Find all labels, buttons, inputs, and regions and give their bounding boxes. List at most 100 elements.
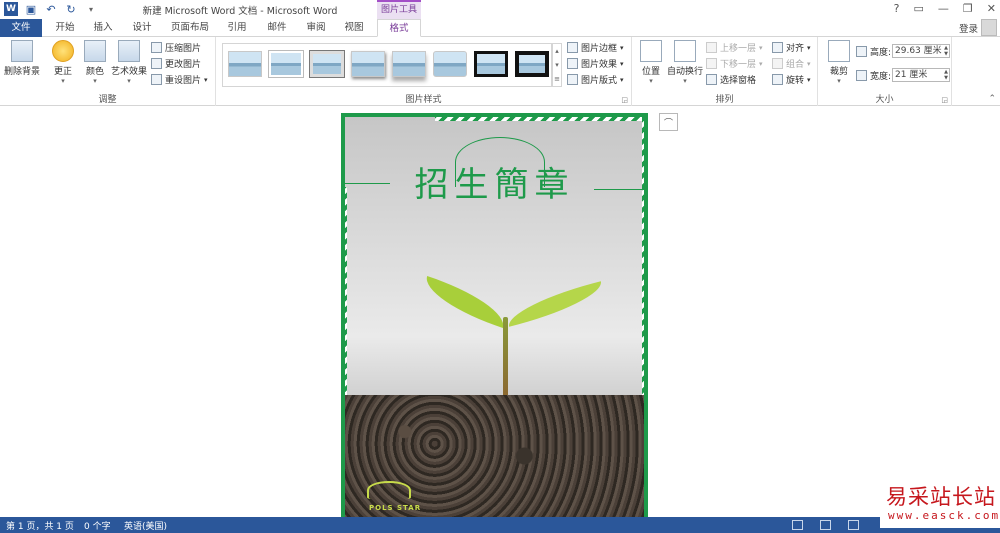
width-field[interactable]: 21 厘米 ▲ ▼: [892, 68, 950, 82]
compress-label: 压缩图片: [165, 44, 202, 54]
crop-button[interactable]: 裁剪 ▾: [824, 40, 854, 85]
tab-references[interactable]: 引用: [222, 19, 252, 37]
tab-format[interactable]: 格式: [377, 19, 421, 37]
tab-home[interactable]: 开始: [50, 19, 80, 37]
ribbon-display-options-icon[interactable]: ▭: [914, 2, 924, 15]
picture-effects-button[interactable]: 图片效果 ▾: [567, 57, 624, 70]
remove-background-label: 删除背景: [4, 67, 41, 77]
tab-insert[interactable]: 插入: [88, 19, 118, 37]
height-value: 29.63 厘米: [895, 46, 942, 56]
chevron-down-icon: ▾: [61, 77, 65, 85]
tab-mailings[interactable]: 邮件: [262, 19, 292, 37]
tab-view[interactable]: 视图: [339, 19, 369, 37]
collapse-ribbon-icon[interactable]: ⌃: [988, 94, 996, 104]
change-picture-icon: [151, 58, 162, 69]
group-adjust: 删除背景 更正 ▾ 颜色 ▾ 艺术效果 ▾ 压缩图片 更改图片 重设图片 ▾ 调整: [0, 37, 216, 106]
title-bar: W ▣ ↶ ↻ ▾ 新建 Microsoft Word 文档 - Microso…: [0, 0, 1000, 19]
style-gallery-item[interactable]: [228, 51, 262, 77]
chevron-down-icon: ▾: [807, 75, 811, 84]
width-value: 21 厘米: [895, 70, 928, 80]
tree-logo-icon: [367, 481, 411, 499]
align-icon: [772, 42, 783, 53]
change-picture-button[interactable]: 更改图片: [151, 57, 201, 70]
compress-pictures-button[interactable]: 压缩图片: [151, 41, 201, 54]
style-gallery-item[interactable]: [309, 50, 345, 78]
picture-tools-context-label: 图片工具: [377, 0, 421, 19]
login-link[interactable]: 登录: [959, 21, 978, 35]
picture-layout-button[interactable]: 图片版式 ▾: [567, 73, 624, 86]
restore-button[interactable]: ❐: [963, 2, 973, 15]
picture-border-label: 图片边框: [581, 44, 618, 54]
gallery-more-icon[interactable]: ≡: [554, 75, 560, 83]
chevron-down-icon: ▾: [683, 77, 687, 85]
group-label-arrange: 排列: [715, 95, 734, 105]
read-mode-icon[interactable]: [792, 520, 803, 530]
height-field[interactable]: 29.63 厘米 ▲ ▼: [892, 44, 950, 58]
page-count[interactable]: 第 1 页，共 1 页: [6, 519, 74, 532]
corrections-label: 更正: [53, 67, 72, 77]
tab-design[interactable]: 设计: [127, 19, 157, 37]
height-spinner-icon[interactable]: ▲ ▼: [944, 45, 948, 57]
tab-file[interactable]: 文件: [0, 19, 42, 37]
style-gallery-item[interactable]: [474, 51, 508, 77]
corrections-icon: [52, 40, 74, 62]
dialog-launcher-icon[interactable]: ◲: [621, 96, 628, 104]
avatar[interactable]: [981, 19, 997, 36]
scroll-up-icon[interactable]: ▴: [555, 47, 559, 55]
style-gallery-item[interactable]: [515, 51, 549, 77]
position-icon: [640, 40, 662, 62]
dialog-launcher-icon[interactable]: ◲: [941, 96, 948, 104]
width-spinner-icon[interactable]: ▲ ▼: [944, 69, 948, 81]
style-preview: [351, 51, 385, 77]
group-objects-button[interactable]: 组合 ▾: [772, 57, 811, 70]
remove-background-button[interactable]: 删除背景: [4, 40, 40, 77]
width-label-row: 宽度:: [856, 69, 891, 82]
picture-border-button[interactable]: 图片边框 ▾: [567, 41, 624, 54]
bring-forward-button[interactable]: 上移一层 ▾: [706, 41, 763, 54]
style-preview: [392, 51, 426, 77]
reset-picture-icon: [151, 74, 162, 85]
word-count[interactable]: 0 个字: [84, 519, 111, 532]
layout-options-button[interactable]: ⌒: [659, 113, 678, 131]
tab-page-layout[interactable]: 页面布局: [167, 19, 213, 37]
style-gallery-item[interactable]: [351, 51, 385, 77]
close-button[interactable]: ✕: [987, 2, 996, 15]
position-label: 位置: [641, 67, 660, 77]
remove-background-icon: [11, 40, 33, 62]
scroll-down-icon[interactable]: ▾: [555, 61, 559, 69]
print-layout-icon[interactable]: [820, 520, 831, 530]
chevron-down-icon: ▾: [837, 77, 841, 85]
reset-picture-button[interactable]: 重设图片 ▾: [151, 73, 208, 86]
style-gallery-item[interactable]: [392, 51, 426, 77]
width-label: 宽度:: [870, 72, 892, 82]
position-button[interactable]: 位置 ▾: [636, 40, 666, 85]
style-gallery-item[interactable]: [268, 50, 304, 78]
crop-label: 裁剪: [829, 67, 848, 77]
color-button[interactable]: 颜色 ▾: [80, 40, 110, 85]
gallery-scroll[interactable]: ▴ ▾ ≡: [552, 43, 562, 87]
send-backward-icon: [706, 58, 717, 69]
corrections-button[interactable]: 更正 ▾: [48, 40, 78, 85]
rotate-button[interactable]: 旋转 ▾: [772, 73, 811, 86]
height-icon: [856, 46, 867, 57]
send-backward-button[interactable]: 下移一层 ▾: [706, 57, 763, 70]
artistic-effects-button[interactable]: 艺术效果 ▾: [110, 40, 148, 85]
send-backward-label: 下移一层: [720, 60, 757, 70]
color-label: 颜色: [85, 67, 104, 77]
align-button[interactable]: 对齐 ▾: [772, 41, 811, 54]
selected-picture[interactable]: 招生簡章 POLS STAR: [341, 113, 648, 517]
selection-pane-button[interactable]: 选择窗格: [706, 73, 756, 86]
chevron-down-icon: ▾: [759, 43, 763, 52]
chevron-down-icon: ▾: [807, 43, 811, 52]
wrap-text-button[interactable]: 自动换行 ▾: [666, 40, 704, 85]
seedling-leaf: [503, 281, 607, 327]
chevron-down-icon: ▾: [93, 77, 97, 85]
tab-review[interactable]: 审阅: [301, 19, 331, 37]
style-gallery-item[interactable]: [433, 51, 467, 77]
language-indicator[interactable]: 英语(美国): [124, 519, 167, 532]
web-layout-icon[interactable]: [848, 520, 859, 530]
wrap-text-icon: [674, 40, 696, 62]
minimize-button[interactable]: —: [938, 2, 949, 15]
help-button[interactable]: ?: [894, 2, 900, 15]
seedling-leaf: [419, 276, 511, 328]
